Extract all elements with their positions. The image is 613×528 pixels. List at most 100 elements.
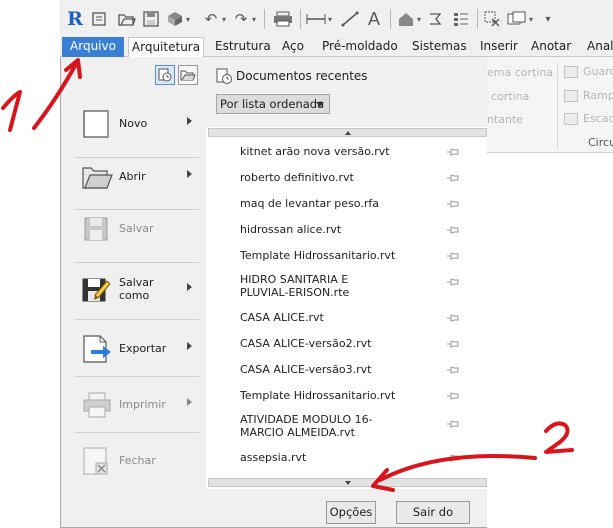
- open-documents-toggle[interactable]: [178, 65, 198, 85]
- recent-document[interactable]: Template Hidrossanitario.rvt: [240, 249, 420, 262]
- model-dropdown-icon[interactable]: ▾: [415, 9, 423, 29]
- recent-documents-panel: Documentos recentes Por lista ordenada k…: [206, 57, 487, 528]
- folder-open-icon: [81, 162, 113, 192]
- tab-aco[interactable]: Aço: [282, 37, 304, 57]
- submenu-arrow-icon: [187, 342, 192, 350]
- pin-icon[interactable]: [446, 453, 460, 463]
- pin-icon[interactable]: [446, 251, 460, 261]
- menu-item-label: Abrir: [119, 169, 146, 183]
- tab-anotar[interactable]: Anotar: [531, 37, 571, 57]
- recent-documents-toggle[interactable]: [155, 65, 175, 85]
- ramp-icon: [564, 90, 578, 102]
- model-icon[interactable]: [397, 9, 415, 29]
- recent-document[interactable]: HIDRO SANITARIA E PLUVIAL-ERISON.rte: [240, 273, 400, 299]
- scroll-up-button[interactable]: [208, 128, 487, 137]
- menu-item-imprimir[interactable]: Imprimir: [69, 376, 206, 432]
- pin-icon[interactable]: [446, 147, 460, 157]
- customize-toolbar-icon[interactable]: ▾: [541, 9, 555, 29]
- revit-logo-icon[interactable]: R: [66, 8, 84, 30]
- ribbon-group-label: Circu: [588, 136, 613, 149]
- pin-icon[interactable]: [446, 365, 460, 375]
- open-icon[interactable]: [90, 9, 108, 29]
- options-button[interactable]: Opções: [326, 501, 376, 524]
- menu-item-label: Novo: [119, 116, 148, 130]
- drawing-canvas[interactable]: [487, 153, 613, 528]
- scroll-down-button[interactable]: [208, 478, 487, 487]
- recent-document[interactable]: maq de levantar peso.rfa: [240, 197, 420, 210]
- recent-document[interactable]: CASA ALICE-versão2.rvt: [240, 337, 420, 350]
- ribbon-item-mullion: ntante: [487, 113, 524, 126]
- submenu-arrow-icon: [187, 117, 192, 125]
- sync-icon[interactable]: [166, 9, 184, 29]
- recent-documents-title: Documentos recentes: [236, 69, 368, 83]
- ribbon-tabs: Arquivo Arquitetura Estrutura Aço Pré-mo…: [60, 37, 613, 57]
- toolbar-separator: [264, 9, 265, 29]
- recent-document[interactable]: roberto definitivo.rvt: [240, 171, 420, 184]
- quick-access-toolbar: R ▾ ↶ ▾ ↷ ▾ ▾ A ▾ ▾ ▾: [60, 0, 613, 38]
- submenu-arrow-icon: [187, 398, 192, 406]
- floppy-disk-icon: [81, 214, 111, 244]
- tab-pre-moldado[interactable]: Pré-moldado: [322, 37, 398, 57]
- sort-order-dropdown[interactable]: Por lista ordenada: [216, 94, 330, 114]
- recent-view-toggles: [155, 65, 198, 85]
- recent-document[interactable]: ATIVIDADE MODULO 16-MARCIO ALMEIDA.rvt: [240, 413, 415, 439]
- tab-arquitetura[interactable]: Arquitetura: [128, 37, 204, 57]
- menu-item-exportar[interactable]: Exportar: [69, 320, 206, 376]
- text-icon[interactable]: A: [365, 9, 383, 29]
- menu-item-label: Exportar: [119, 341, 167, 355]
- tab-arquivo[interactable]: Arquivo: [62, 37, 124, 57]
- stair-icon: [564, 113, 578, 125]
- pin-icon[interactable]: [446, 391, 460, 401]
- pin-icon[interactable]: [446, 339, 460, 349]
- railing-icon: [564, 66, 578, 78]
- ribbon-item-curtain-grid: cortina: [491, 90, 530, 103]
- undo-dropdown-icon[interactable]: ▾: [220, 9, 228, 29]
- section-icon[interactable]: [427, 9, 445, 29]
- exit-revit-button[interactable]: Sair do Revit: [396, 501, 470, 528]
- sync-dropdown-icon[interactable]: ▾: [184, 9, 192, 29]
- print-icon[interactable]: [272, 9, 294, 29]
- tab-inserir[interactable]: Inserir: [480, 37, 518, 57]
- ribbon-separator: [557, 63, 558, 149]
- save-icon[interactable]: [142, 9, 160, 29]
- undo-icon[interactable]: ↶: [202, 9, 220, 29]
- application-menu: Novo Abrir Salvar Salvar como Exportar I…: [60, 57, 487, 528]
- redo-icon[interactable]: ↷: [232, 9, 250, 29]
- recent-document[interactable]: CASA ALICE-versão3.rvt: [240, 363, 420, 376]
- pin-icon[interactable]: [446, 277, 460, 287]
- menu-item-abrir[interactable]: Abrir: [69, 148, 206, 204]
- pin-icon[interactable]: [446, 199, 460, 209]
- pin-icon[interactable]: [446, 313, 460, 323]
- arrow-down-icon: [344, 480, 351, 485]
- menu-item-salvar[interactable]: Salvar: [69, 200, 206, 256]
- menu-item-fechar[interactable]: Fechar: [69, 432, 206, 488]
- pin-icon[interactable]: [446, 225, 460, 235]
- save-as-icon: [81, 275, 111, 305]
- ribbon-item-railing: Guard: [583, 65, 613, 78]
- close-hidden-icon[interactable]: [483, 9, 501, 29]
- menu-item-novo[interactable]: Novo: [69, 95, 206, 151]
- arrow-up-icon: [344, 130, 351, 135]
- menu-item-label: Imprimir: [119, 397, 166, 411]
- recent-document[interactable]: Template Hidrossanitario.rvt: [240, 389, 420, 402]
- switch-windows-icon[interactable]: [507, 9, 527, 29]
- tab-analisar[interactable]: Anali: [587, 37, 613, 57]
- tags-icon[interactable]: [452, 9, 470, 29]
- measure-dropdown-icon[interactable]: ▾: [326, 9, 334, 29]
- pin-icon[interactable]: [446, 419, 460, 429]
- switch-dropdown-icon[interactable]: ▾: [527, 9, 535, 29]
- measure-icon[interactable]: [305, 9, 327, 29]
- menu-item-salvar-como[interactable]: Salvar como: [69, 261, 206, 317]
- ribbon-item-ramp: Ramp: [583, 89, 613, 102]
- recent-document[interactable]: hidrossan alice.rvt: [240, 223, 420, 236]
- dimension-icon[interactable]: [340, 9, 360, 29]
- redo-dropdown-icon[interactable]: ▾: [250, 9, 258, 29]
- recent-document[interactable]: assepsia.rvt: [240, 451, 420, 464]
- tab-sistemas[interactable]: Sistemas: [412, 37, 467, 57]
- export-icon: [81, 334, 111, 364]
- pin-icon[interactable]: [446, 173, 460, 183]
- recent-document[interactable]: CASA ALICE.rvt: [240, 311, 420, 324]
- tab-estrutura[interactable]: Estrutura: [215, 37, 271, 57]
- folder-open-icon[interactable]: [118, 9, 136, 29]
- recent-document[interactable]: kitnet arão nova versão.rvt: [240, 145, 420, 158]
